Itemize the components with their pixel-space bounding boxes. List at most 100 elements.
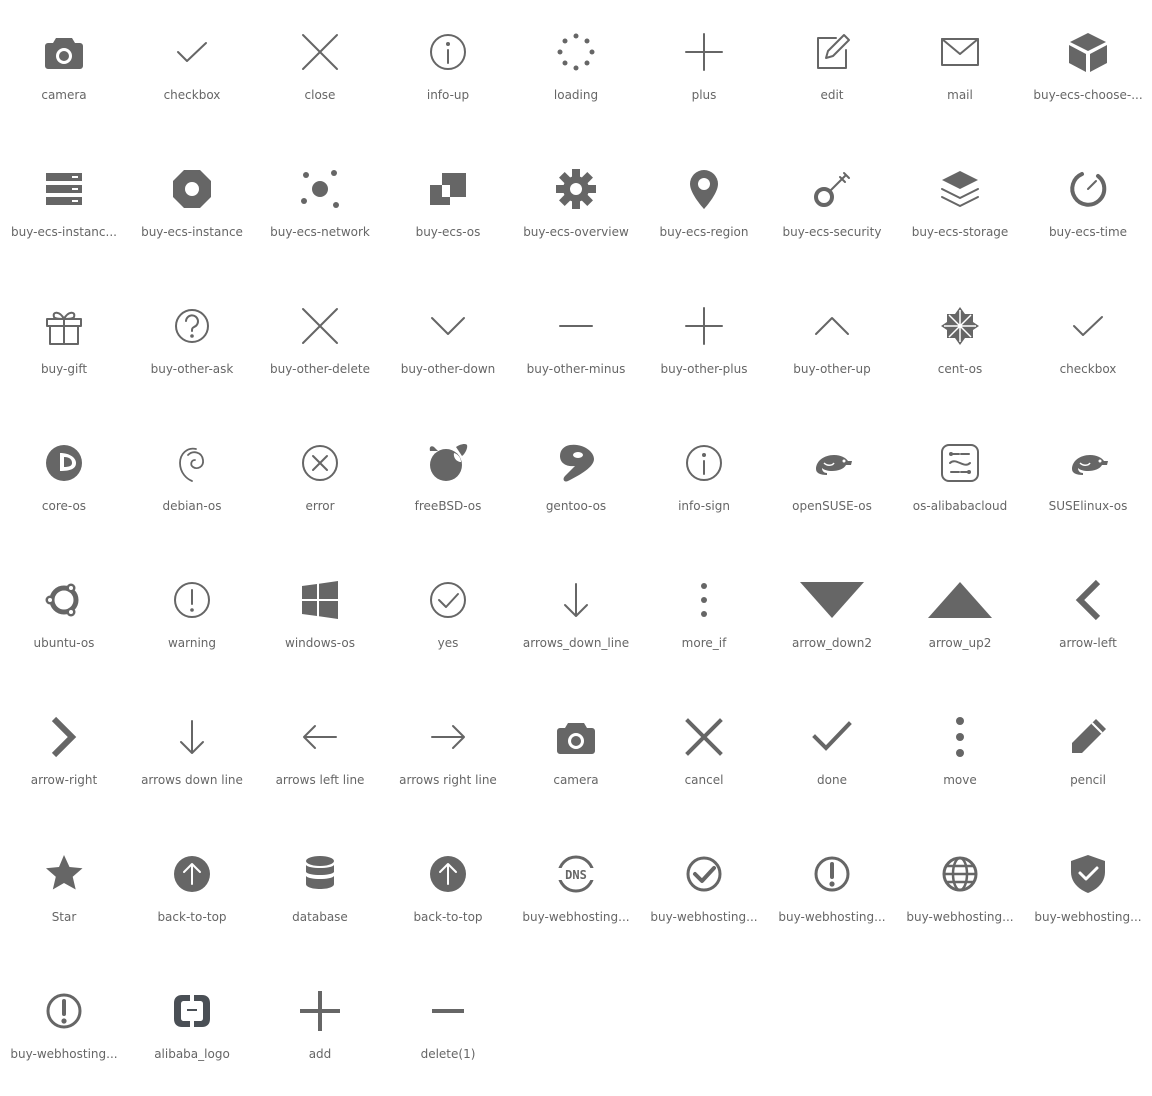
dns-globe-icon: DNS bbox=[554, 852, 598, 896]
icon-label: close bbox=[304, 88, 336, 102]
icon-tile: windows-os bbox=[256, 548, 384, 685]
icon-tile: buy-other-down bbox=[384, 274, 512, 411]
icon-tile: buy-ecs-time bbox=[1024, 137, 1152, 274]
icon-tile: buy-ecs-overview bbox=[512, 137, 640, 274]
triangle-down-icon bbox=[800, 578, 864, 622]
icon-tile: checkbox bbox=[128, 0, 256, 137]
gift-icon bbox=[42, 304, 86, 348]
icon-label: back-to-top bbox=[157, 910, 227, 924]
icon-tile: buy-gift bbox=[0, 274, 128, 411]
icon-tile: buy-ecs-instance bbox=[128, 137, 256, 274]
freebsd-logo-icon bbox=[426, 441, 470, 485]
chevron-left-bold-icon bbox=[1066, 578, 1110, 622]
icon-label: buy-ecs-os bbox=[415, 225, 481, 239]
icon-tile: loading bbox=[512, 0, 640, 137]
icon-label: buy-webhosting... bbox=[650, 910, 758, 924]
icon-label: buy-other-ask bbox=[150, 362, 234, 376]
icon-label: add bbox=[308, 1047, 332, 1061]
camera-icon bbox=[42, 30, 86, 74]
icon-tile: move bbox=[896, 685, 1024, 822]
icon-label: buy-webhosting... bbox=[906, 910, 1014, 924]
icon-label: arrows_down_line bbox=[522, 636, 630, 650]
camera-icon bbox=[554, 715, 598, 759]
icon-tile: buy-webhosting... bbox=[1024, 822, 1152, 959]
warning-circle-bold-icon bbox=[42, 989, 86, 1033]
warning-circle-bold-icon bbox=[810, 852, 854, 896]
icon-label: buy-ecs-network bbox=[270, 225, 370, 239]
icon-label: checkbox bbox=[1059, 362, 1117, 376]
key-icon bbox=[810, 167, 854, 211]
close-bold-icon bbox=[682, 715, 726, 759]
plus-icon bbox=[682, 30, 726, 74]
icon-label: move bbox=[943, 773, 977, 787]
icon-label: buy-ecs-instanc... bbox=[11, 225, 117, 239]
icon-tile: back-to-top bbox=[384, 822, 512, 959]
icon-label: edit bbox=[820, 88, 844, 102]
triangle-up-icon bbox=[928, 578, 992, 622]
icon-label: info-up bbox=[426, 88, 470, 102]
icon-tile: arrows left line bbox=[256, 685, 384, 822]
arrow-down-line-icon bbox=[554, 578, 598, 622]
icon-label: buy-ecs-choose-... bbox=[1033, 88, 1143, 102]
icon-label: buy-webhosting... bbox=[1034, 910, 1142, 924]
icon-label: buy-ecs-security bbox=[782, 225, 882, 239]
icon-tile: cancel bbox=[640, 685, 768, 822]
icon-label: buy-ecs-region bbox=[659, 225, 749, 239]
icon-label: arrow-right bbox=[30, 773, 98, 787]
warning-circle-icon bbox=[170, 578, 214, 622]
icon-label: delete(1) bbox=[420, 1047, 476, 1061]
layers-icon bbox=[938, 167, 982, 211]
icon-tile: database bbox=[256, 822, 384, 959]
close-icon bbox=[298, 304, 342, 348]
icon-tile: checkbox bbox=[1024, 274, 1152, 411]
more-vertical-icon bbox=[682, 578, 726, 622]
icon-label: buy-other-plus bbox=[660, 362, 748, 376]
icon-label: windows-os bbox=[285, 636, 355, 650]
chevron-down-icon bbox=[426, 304, 470, 348]
icon-tile: os-alibabacloud bbox=[896, 411, 1024, 548]
alibaba-os-icon bbox=[938, 441, 982, 485]
database-icon bbox=[298, 852, 342, 896]
arrow-right-line-icon bbox=[426, 715, 470, 759]
icon-label: ubuntu-os bbox=[33, 636, 95, 650]
icon-label: openSUSE-os bbox=[792, 499, 872, 513]
check-bold-icon bbox=[810, 715, 854, 759]
icon-tile: yes bbox=[384, 548, 512, 685]
chameleon-icon bbox=[1066, 441, 1110, 485]
icon-label: more_if bbox=[681, 636, 727, 650]
icon-label: buy-other-down bbox=[400, 362, 496, 376]
arrow-down-line-icon bbox=[170, 715, 214, 759]
chevron-up-icon bbox=[810, 304, 854, 348]
icon-tile: back-to-top bbox=[128, 822, 256, 959]
minus-icon bbox=[554, 304, 598, 348]
pencil-icon bbox=[1066, 715, 1110, 759]
icon-tile: freeBSD-os bbox=[384, 411, 512, 548]
timer-icon bbox=[1066, 167, 1110, 211]
icon-label: buy-other-up bbox=[793, 362, 871, 376]
back-to-top-icon bbox=[170, 852, 214, 896]
icon-tile: DNS buy-webhosting... bbox=[512, 822, 640, 959]
icon-label: freeBSD-os bbox=[414, 499, 482, 513]
icon-tile: alibaba_logo bbox=[128, 959, 256, 1096]
icon-label: buy-webhosting... bbox=[778, 910, 886, 924]
info-circle-icon bbox=[682, 441, 726, 485]
gear-icon bbox=[554, 167, 598, 211]
icon-label: buy-ecs-storage bbox=[911, 225, 1009, 239]
icon-label: SUSElinux-os bbox=[1048, 499, 1128, 513]
icon-tile: gentoo-os bbox=[512, 411, 640, 548]
alibaba-logo-icon bbox=[170, 989, 214, 1033]
icon-tile: buy-ecs-choose-... bbox=[1024, 0, 1152, 137]
svg-text:DNS: DNS bbox=[565, 868, 587, 882]
centos-logo-icon bbox=[938, 304, 982, 348]
icon-tile: mail bbox=[896, 0, 1024, 137]
icon-label: buy-ecs-time bbox=[1048, 225, 1128, 239]
icon-label: pencil bbox=[1070, 773, 1106, 787]
icon-tile: buy-webhosting... bbox=[0, 959, 128, 1096]
check-circle-bold-icon bbox=[682, 852, 726, 896]
icon-label: camera bbox=[553, 773, 599, 787]
icon-tile: buy-ecs-region bbox=[640, 137, 768, 274]
icon-tile: buy-other-minus bbox=[512, 274, 640, 411]
chevron-right-bold-icon bbox=[42, 715, 86, 759]
cube-icon bbox=[1066, 30, 1110, 74]
icon-tile: Star bbox=[0, 822, 128, 959]
